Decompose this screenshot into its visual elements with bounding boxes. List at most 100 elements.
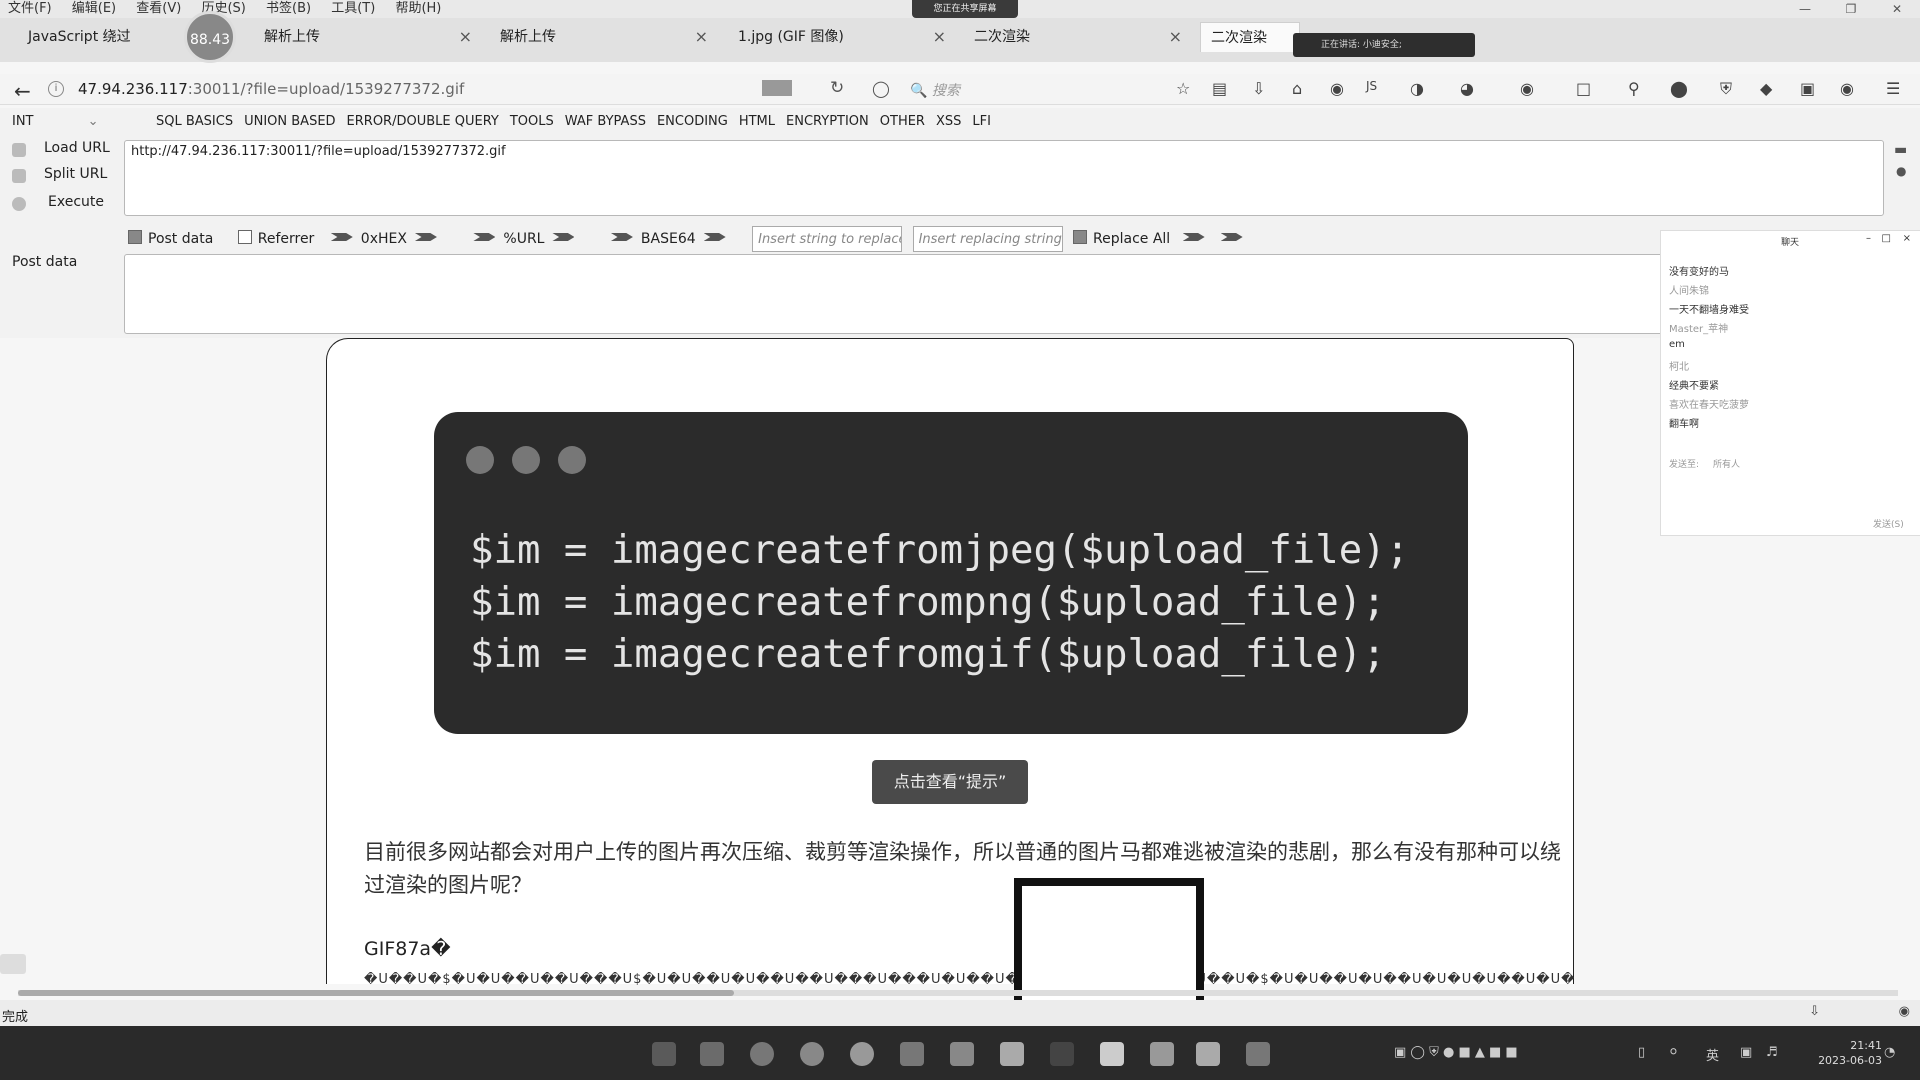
menu-help[interactable]: 帮助(H) xyxy=(387,0,449,18)
hamburger-menu-icon[interactable]: ☰ xyxy=(1886,79,1900,98)
maximize-icon[interactable]: □ xyxy=(1882,233,1891,244)
send-button[interactable]: 发送(S) xyxy=(1873,517,1904,530)
extension-icon[interactable]: ◉ xyxy=(1520,79,1534,98)
replace-string-input[interactable]: Insert replacing string xyxy=(912,226,1063,252)
minimize-icon[interactable]: — xyxy=(1782,0,1828,18)
menu-waf-bypass[interactable]: WAF BYPASS xyxy=(565,114,646,129)
start-icon[interactable] xyxy=(652,1042,676,1066)
type-select[interactable]: INT ⌄ xyxy=(12,114,99,129)
sidebar-toggle-icon[interactable] xyxy=(0,954,26,974)
encode-arrow-icon[interactable] xyxy=(703,233,726,241)
file-explorer-icon[interactable] xyxy=(700,1042,724,1066)
post-data-textarea[interactable] xyxy=(124,254,1884,334)
chrome-icon[interactable] xyxy=(800,1042,824,1066)
load-url-button[interactable]: Load URL xyxy=(44,140,110,156)
find-string-input[interactable]: Insert string to replace xyxy=(752,226,903,252)
close-window-icon[interactable]: ✕ xyxy=(1874,0,1920,18)
menu-tools[interactable]: 工具(T) xyxy=(323,0,383,18)
firefox-icon[interactable] xyxy=(850,1042,874,1066)
menu-html[interactable]: HTML xyxy=(739,114,775,129)
menu-encryption[interactable]: ENCRYPTION xyxy=(786,114,869,129)
decode-arrow-icon[interactable] xyxy=(610,233,633,241)
search-input[interactable]: 🔍 搜索 xyxy=(910,80,960,100)
extension-icon[interactable]: ◑ xyxy=(1410,79,1424,98)
extension-icon[interactable]: ◕ xyxy=(1460,79,1474,98)
menu-edit[interactable]: 编辑(E) xyxy=(64,0,124,18)
tab-parse-upload-1[interactable]: 解析上传 × xyxy=(254,22,482,52)
replace-arrow-icon[interactable] xyxy=(1182,233,1205,241)
home-icon[interactable]: ⌂ xyxy=(1292,79,1302,98)
post-data-checkbox[interactable] xyxy=(128,230,142,244)
extension-icon[interactable]: ▣ xyxy=(1800,79,1815,98)
restore-icon[interactable]: ❐ xyxy=(1828,0,1874,18)
menu-lfi[interactable]: LFI xyxy=(972,114,991,129)
split-url-button[interactable]: Split URL xyxy=(44,166,107,182)
globe-icon[interactable]: ◯ xyxy=(872,79,890,98)
bookmark-star-icon[interactable]: ☆ xyxy=(1176,79,1190,98)
menu-encoding[interactable]: ENCODING xyxy=(657,114,728,129)
menu-bookmarks[interactable]: 书签(B) xyxy=(258,0,319,18)
ime-indicator[interactable]: 英 xyxy=(1706,1045,1719,1064)
volume-icon[interactable]: ♬ xyxy=(1766,1045,1778,1060)
radio-icon[interactable]: ● xyxy=(1896,164,1906,178)
qr-code-icon[interactable] xyxy=(762,80,792,96)
bird-app-icon[interactable] xyxy=(900,1042,924,1066)
edge-browser-icon[interactable] xyxy=(750,1042,774,1066)
download-icon[interactable]: ⇩ xyxy=(1252,79,1265,98)
package-icon[interactable] xyxy=(950,1042,974,1066)
encode-arrow-icon[interactable] xyxy=(414,233,437,241)
document-icon[interactable] xyxy=(1100,1042,1124,1066)
close-icon[interactable]: × xyxy=(933,22,946,52)
decode-arrow-icon[interactable] xyxy=(330,233,353,241)
minimize-icon[interactable]: – xyxy=(1866,233,1871,244)
extension-icon[interactable]: ◆ xyxy=(1760,79,1772,98)
address-bar[interactable]: 47.94.236.117:30011/?file=upload/1539277… xyxy=(78,80,464,98)
url-textarea[interactable]: http://47.94.236.117:30011/?file=upload/… xyxy=(124,140,1884,216)
replace-back-arrow-icon[interactable] xyxy=(1220,233,1243,241)
encode-arrow-icon[interactable] xyxy=(552,233,575,241)
scroll-up-icon[interactable]: ▬ xyxy=(1894,142,1907,158)
extension-icon[interactable]: ◉ xyxy=(1899,1004,1910,1019)
back-arrow-icon[interactable]: ← xyxy=(14,79,31,103)
app-icon[interactable] xyxy=(1050,1042,1074,1066)
screen-sharing-indicator[interactable]: 您正在共享屏幕 xyxy=(912,0,1018,18)
photos-icon[interactable] xyxy=(1000,1042,1024,1066)
menu-error-double-query[interactable]: ERROR/DOUBLE QUERY xyxy=(347,114,499,129)
tab-gif-image[interactable]: 1.jpg (GIF 图像) × xyxy=(728,22,956,52)
menu-union-based[interactable]: UNION BASED xyxy=(244,114,335,129)
menu-other[interactable]: OTHER xyxy=(880,114,925,129)
battery-icon[interactable]: ▯ xyxy=(1638,1045,1645,1060)
decode-arrow-icon[interactable] xyxy=(473,233,496,241)
zoom-icon[interactable]: ⚲ xyxy=(1628,79,1640,98)
menu-file[interactable]: 文件(F) xyxy=(0,0,60,18)
tray-icons[interactable]: ▣ ◯ ⛨ ● ■ ▲ ■ ■ xyxy=(1394,1045,1518,1060)
info-icon[interactable]: i xyxy=(48,81,64,97)
download-icon[interactable]: ⇩ xyxy=(1809,1004,1820,1019)
replace-all-checkbox[interactable] xyxy=(1073,230,1088,244)
reload-icon[interactable]: ↻ xyxy=(830,78,844,98)
execute-button[interactable]: Execute xyxy=(48,194,104,210)
menu-xss[interactable]: XSS xyxy=(936,114,961,129)
network-icon[interactable]: ▣ xyxy=(1740,1045,1752,1060)
tab-secondary-render-2[interactable]: 二次渲染 xyxy=(1200,22,1300,52)
send-to-select[interactable]: 所有人 xyxy=(1713,457,1740,470)
close-icon[interactable]: × xyxy=(1903,233,1911,244)
adblock-icon[interactable]: ⬤ xyxy=(1670,79,1688,98)
tab-secondary-render-1[interactable]: 二次渲染 × xyxy=(964,22,1192,52)
menu-view[interactable]: 查看(V) xyxy=(128,0,189,18)
reading-list-icon[interactable]: ▤ xyxy=(1212,79,1227,98)
js-toggle-icon[interactable]: JS xyxy=(1366,79,1377,93)
view-hint-button[interactable]: 点击查看“提示” xyxy=(872,760,1028,804)
security-app-icon[interactable] xyxy=(1196,1042,1220,1066)
extension-icon[interactable]: ◉ xyxy=(1840,79,1854,98)
close-icon[interactable]: × xyxy=(1169,22,1182,52)
scrollbar-thumb[interactable] xyxy=(18,990,734,996)
close-icon[interactable]: × xyxy=(459,22,472,52)
menu-sql-basics[interactable]: SQL BASICS xyxy=(156,114,233,129)
phpstorm-icon[interactable] xyxy=(1150,1042,1174,1066)
referrer-checkbox[interactable] xyxy=(237,230,252,244)
microphone-icon[interactable]: ⚪ xyxy=(1668,1045,1679,1060)
shield-icon[interactable]: ⛨ xyxy=(1720,79,1732,99)
tab-parse-upload-2[interactable]: 解析上传 × xyxy=(490,22,718,52)
notification-icon[interactable]: ◔ xyxy=(1884,1045,1895,1060)
